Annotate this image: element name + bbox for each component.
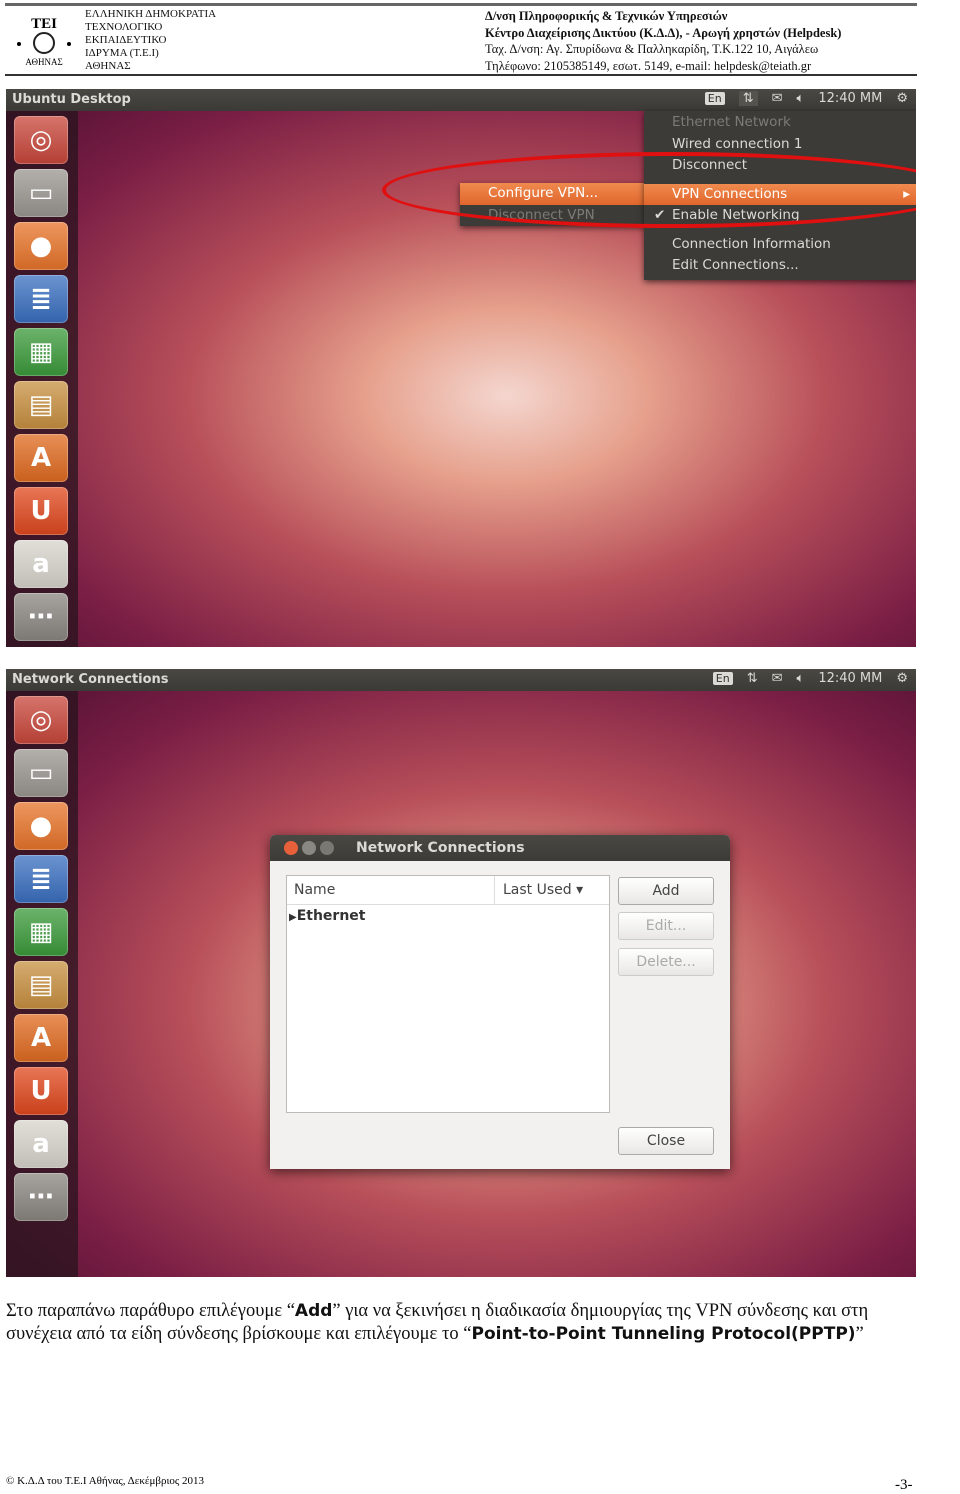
impress-icon[interactable]: ▤ bbox=[14, 961, 68, 1009]
amazon-icon[interactable]: a bbox=[14, 1120, 68, 1168]
minimize-window-icon[interactable] bbox=[302, 841, 316, 855]
writer-icon[interactable]: ≣ bbox=[14, 275, 68, 323]
mail-icon[interactable]: ✉ bbox=[772, 671, 783, 686]
menu-item-label: Ethernet Network bbox=[672, 114, 791, 130]
extras-icon[interactable]: ⋯ bbox=[14, 1173, 68, 1221]
dialog-title: Network Connections bbox=[356, 840, 525, 856]
menu-item-label: Edit Connections... bbox=[672, 257, 799, 273]
department-info: Δ/νση Πληροφορικής & Τεχνικών Υπηρεσιών Κ… bbox=[485, 8, 841, 74]
launcher: ◎ ▭ ● ≣ ▦ ▤ A Ua ⋯ bbox=[6, 691, 78, 1277]
column-last-used[interactable]: Last Used ▾ bbox=[495, 876, 583, 904]
dash-icon[interactable]: ◎ bbox=[14, 696, 68, 744]
software-center-icon[interactable]: A bbox=[14, 1014, 68, 1062]
dialog-titlebar: Network Connections bbox=[270, 835, 730, 861]
header-line: ΙΔΡΥΜΑ (Τ.Ε.Ι) bbox=[85, 47, 159, 59]
network-connections-screenshot: Network Connections En ⇅ ✉ 🔈︎ 12:40 MM ⚙… bbox=[6, 669, 916, 1277]
add-button[interactable]: Add bbox=[618, 877, 714, 905]
header-line: Τηλέφωνο: 2105385149, εσωτ. 5149, e-mail… bbox=[485, 58, 812, 73]
list-header: Name Last Used ▾ bbox=[287, 876, 609, 905]
page-number: -3- bbox=[895, 1477, 913, 1493]
header-line: Δ/νση Πληροφορικής & Τεχνικών Υπηρεσιών bbox=[485, 9, 728, 23]
keyboard-layout-indicator[interactable]: En bbox=[712, 672, 733, 685]
menu-item-label: Wired connection 1 bbox=[672, 135, 803, 152]
menu-item-label: Connection Information bbox=[672, 235, 831, 252]
system-tray: En ⇅ ✉ 🔈︎ 12:40 MM ⚙ bbox=[712, 671, 908, 686]
clock[interactable]: 12:40 MM bbox=[818, 671, 882, 686]
ubuntu-one-icon[interactable]: U bbox=[14, 487, 68, 535]
window-title: Network Connections bbox=[12, 672, 169, 687]
system-tray: En ⇅ ✉ 🔈︎ 12:40 MM ⚙ bbox=[704, 91, 908, 106]
mail-icon[interactable]: ✉ bbox=[772, 91, 783, 106]
ubuntu-desktop-screenshot: Ubuntu Desktop En ⇅ ✉ 🔈︎ 12:40 MM ⚙ ◎ ▭ ● ≣… bbox=[6, 89, 916, 647]
gear-icon[interactable]: ⚙ bbox=[896, 671, 908, 686]
dash-icon[interactable]: ◎ bbox=[14, 116, 68, 164]
institution-name: ΕΛΛΗΝΙΚΗ ΔΗΜΟΚΡΑΤΙΑ ΤΕΧΝΟΛΟΓΙΚΟ ΕΚΠΑΙΔΕΥΤΙ… bbox=[85, 8, 216, 73]
software-center-icon[interactable]: A bbox=[14, 434, 68, 482]
network-connections-dialog: Network Connections Name Last Used ▾ ▶Et… bbox=[270, 835, 730, 1169]
files-icon[interactable]: ▭ bbox=[14, 169, 68, 217]
menu-item[interactable]: Edit Connections... bbox=[644, 255, 916, 277]
keyboard-layout-indicator[interactable]: En bbox=[704, 92, 725, 105]
window-title: Ubuntu Desktop bbox=[12, 92, 131, 107]
close-button[interactable]: Close bbox=[618, 1127, 714, 1155]
top-panel: Ubuntu Desktop En ⇅ ✉ 🔈︎ 12:40 MM ⚙ bbox=[6, 89, 916, 111]
launcher: ◎ ▭ ● ≣ ▦ ▤ A Ua ⋯ bbox=[6, 111, 78, 647]
menu-item[interactable]: Connection Information bbox=[644, 234, 916, 256]
column-name[interactable]: Name bbox=[287, 876, 495, 904]
impress-icon[interactable]: ▤ bbox=[14, 381, 68, 429]
firefox-icon[interactable]: ● bbox=[14, 222, 68, 270]
connections-list[interactable]: Name Last Used ▾ ▶Ethernet bbox=[286, 875, 610, 1113]
writer-icon[interactable]: ≣ bbox=[14, 855, 68, 903]
files-icon[interactable]: ▭ bbox=[14, 749, 68, 797]
instruction-paragraph: Στο παραπάνω παράθυρο επιλέγουμε “Add” γ… bbox=[6, 1301, 869, 1344]
firefox-icon[interactable]: ● bbox=[14, 802, 68, 850]
gear-icon[interactable]: ⚙ bbox=[896, 91, 908, 106]
list-item[interactable]: ▶Ethernet bbox=[287, 905, 609, 924]
menu-item[interactable]: Ethernet Network bbox=[644, 112, 916, 134]
footer-copyright: © Κ.Δ.Δ του Τ.Ε.Ι Αθήνας, Δεκέμβριος 201… bbox=[6, 1475, 205, 1487]
ubuntu-one-icon[interactable]: U bbox=[14, 1067, 68, 1115]
clock[interactable]: 12:40 MM bbox=[818, 91, 882, 106]
delete-button[interactable]: Delete... bbox=[618, 948, 714, 976]
close-window-icon[interactable] bbox=[284, 841, 298, 855]
extras-icon[interactable]: ⋯ bbox=[14, 593, 68, 641]
header-line: ΕΚΠΑΙΔΕΥΤΙΚΟ bbox=[85, 34, 167, 46]
calc-icon[interactable]: ▦ bbox=[14, 908, 68, 956]
top-panel: Network Connections En ⇅ ✉ 🔈︎ 12:40 MM ⚙ bbox=[6, 669, 916, 691]
svg-text:ΤΕΙ: ΤΕΙ bbox=[31, 16, 57, 32]
volume-icon[interactable]: 🔈︎ bbox=[797, 91, 805, 106]
svg-text:ΑΘΗΝΑΣ: ΑΘΗΝΑΣ bbox=[25, 57, 62, 67]
tei-athens-logo: ΤΕΙ ΑΘΗΝΑΣ bbox=[17, 16, 71, 67]
maximize-window-icon[interactable] bbox=[320, 841, 334, 855]
header-line: ΑΘΗΝΑΣ bbox=[85, 60, 131, 72]
edit-button[interactable]: Edit... bbox=[618, 912, 714, 940]
network-icon[interactable]: ⇅ bbox=[747, 671, 758, 686]
network-icon[interactable]: ⇅ bbox=[738, 91, 758, 106]
header-line: ΕΛΛΗΝΙΚΗ ΔΗΜΟΚΡΑΤΙΑ bbox=[85, 8, 217, 20]
calc-icon[interactable]: ▦ bbox=[14, 328, 68, 376]
volume-icon[interactable]: 🔈︎ bbox=[797, 671, 805, 686]
page-header: ΤΕΙ ΑΘΗΝΑΣ ΕΛΛΗΝΙΚΗ ΔΗΜΟΚΡΑΤΙΑ ΤΕΧΝΟΛΟΓΙΚΟ… bbox=[5, 3, 917, 76]
header-line: Κέντρο Διαχείρισης Δικτύου (Κ.Δ.Δ), - Αρ… bbox=[485, 25, 842, 40]
header-line: Ταχ. Δ/νση: Αγ. Σπυρίδωνα & Παλληκαρίδη,… bbox=[485, 42, 819, 56]
header-line: ΤΕΧΝΟΛΟΓΙΚΟ bbox=[85, 21, 163, 33]
expander-icon[interactable]: ▶ bbox=[289, 912, 297, 923]
amazon-icon[interactable]: a bbox=[14, 540, 68, 588]
